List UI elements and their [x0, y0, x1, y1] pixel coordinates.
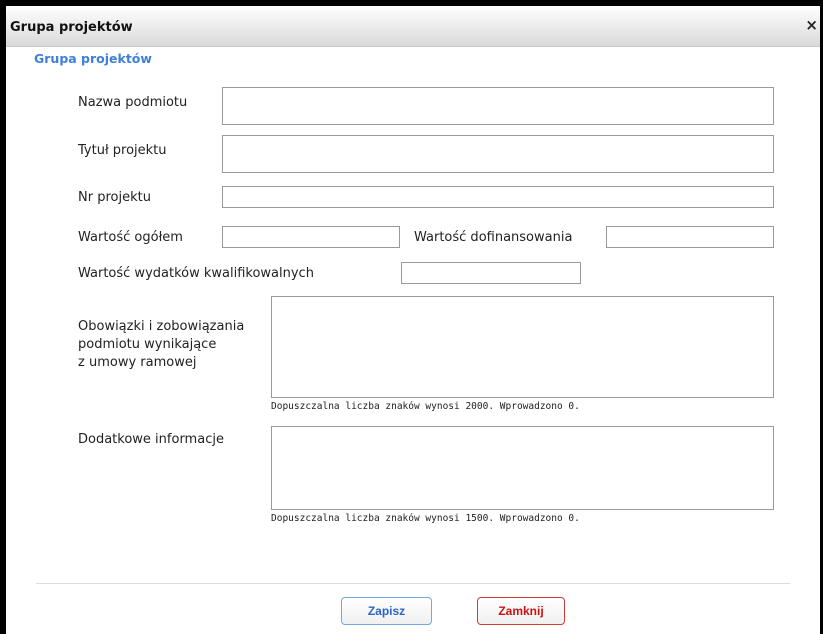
wartosc-ogolem-field[interactable] — [222, 226, 400, 248]
tytul-projektu-label: Tytuł projektu — [78, 143, 167, 158]
dialog-titlebar[interactable]: Grupa projektów × — [6, 6, 820, 47]
dodatkowe-char-counter: Dopuszczalna liczba znaków wynosi 1500. … — [271, 513, 580, 524]
dodatkowe-informacje-label: Dodatkowe informacje — [78, 432, 224, 447]
save-button[interactable]: Zapisz — [341, 597, 432, 625]
close-icon[interactable]: × — [805, 18, 818, 33]
dialog-window: Grupa projektów × Grupa projektów Nazwa … — [0, 0, 823, 634]
obowiazki-textarea[interactable] — [271, 296, 774, 398]
close-button[interactable]: Zamknij — [477, 597, 565, 625]
dodatkowe-informacje-textarea[interactable] — [271, 426, 774, 510]
wartosc-wydatkow-field[interactable] — [401, 262, 581, 284]
obowiazki-label-line2: podmiotu wynikające — [78, 337, 217, 352]
nazwa-podmiotu-field[interactable] — [222, 87, 774, 125]
obowiazki-char-counter: Dopuszczalna liczba znaków wynosi 2000. … — [271, 401, 580, 412]
section-title: Grupa projektów — [34, 51, 152, 66]
obowiazki-label-line1: Obowiązki i zobowiązania — [78, 319, 245, 334]
obowiazki-label-line3: z umowy ramowej — [78, 355, 197, 370]
footer-divider — [36, 583, 790, 584]
dialog-title: Grupa projektów — [10, 20, 133, 35]
nr-projektu-field[interactable] — [222, 186, 774, 208]
nr-projektu-label: Nr projektu — [78, 190, 151, 205]
wartosc-dofinansowania-label: Wartość dofinansowania — [414, 230, 573, 245]
tytul-projektu-field[interactable] — [222, 135, 774, 173]
wartosc-wydatkow-label: Wartość wydatków kwalifikowalnych — [78, 266, 314, 281]
nazwa-podmiotu-label: Nazwa podmiotu — [78, 95, 188, 110]
wartosc-ogolem-label: Wartość ogółem — [78, 230, 183, 245]
wartosc-dofinansowania-field[interactable] — [606, 226, 774, 248]
